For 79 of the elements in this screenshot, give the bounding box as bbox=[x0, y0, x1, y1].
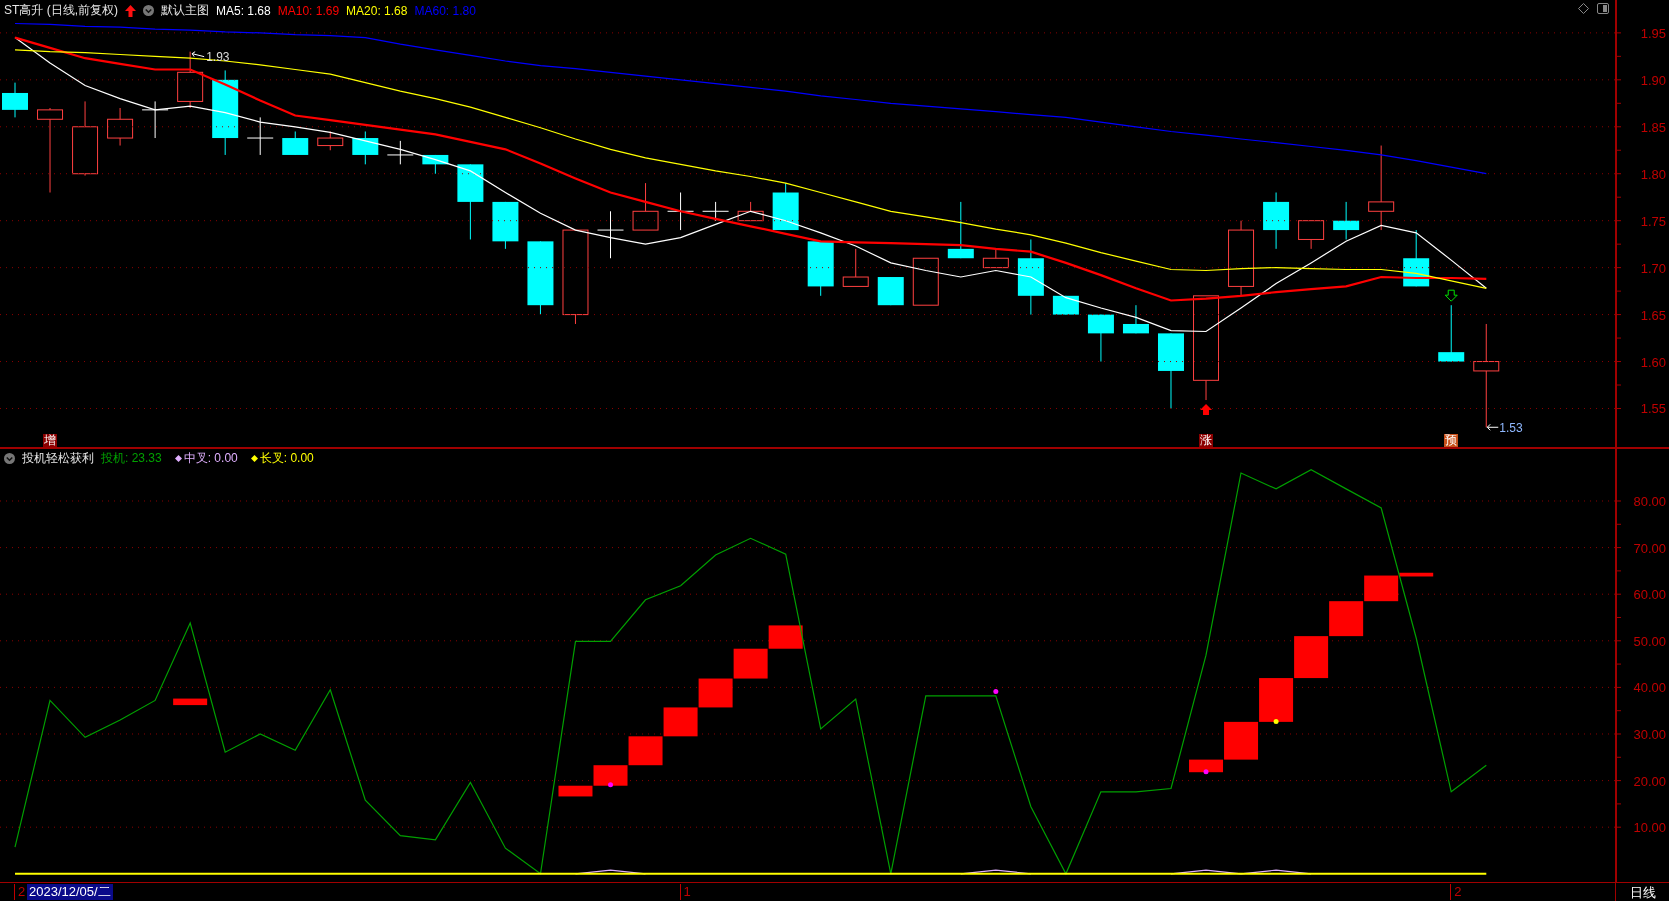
axis-label: 60.00 bbox=[1633, 587, 1666, 603]
signal-tag: 增 bbox=[43, 434, 57, 447]
legend-value: MA5: 1.68 bbox=[216, 3, 271, 18]
arrow-up-icon bbox=[1200, 404, 1212, 416]
arrow-down-icon bbox=[1444, 289, 1458, 302]
legend-value: 中叉: 0.00 bbox=[183, 450, 238, 467]
legend-value: MA60: 1.80 bbox=[414, 3, 476, 18]
indicator-title: 投机轻松获利 bbox=[22, 450, 94, 467]
axis-label: 1.55 bbox=[1640, 401, 1666, 417]
signal-tag: 涨 bbox=[1199, 434, 1213, 447]
cursor-date: 2023/12/05/二 bbox=[27, 884, 113, 900]
candlestick bbox=[737, 201, 764, 222]
candlestick bbox=[386, 140, 414, 165]
axis-label: 30.00 bbox=[1633, 727, 1666, 742]
axis-label: 1.60 bbox=[1640, 354, 1666, 370]
arrow-icon bbox=[1486, 423, 1499, 431]
axis-label: 2 bbox=[1450, 884, 1462, 900]
diamond-icon bbox=[174, 455, 182, 462]
dropdown-icon[interactable] bbox=[143, 5, 154, 16]
axis-label: 10.00 bbox=[1633, 820, 1666, 836]
axis-label: 1.95 bbox=[1640, 25, 1666, 41]
candlestick bbox=[632, 182, 659, 231]
candlestick bbox=[772, 182, 799, 231]
arrow-icon bbox=[191, 51, 205, 58]
panel-toggle-icon[interactable] bbox=[1597, 3, 1609, 14]
candlestick bbox=[1122, 304, 1149, 334]
candlestick bbox=[492, 201, 519, 250]
candlestick bbox=[1333, 201, 1360, 240]
axis-label: 1.65 bbox=[1640, 307, 1666, 323]
candlestick bbox=[1263, 192, 1290, 250]
candlestick bbox=[1438, 304, 1465, 363]
axis-label: 50.00 bbox=[1633, 633, 1666, 649]
candlestick bbox=[912, 257, 939, 306]
axis-label: 2 bbox=[14, 884, 26, 900]
candlestick bbox=[282, 130, 309, 156]
candlestick bbox=[1087, 314, 1114, 363]
candlestick bbox=[807, 240, 834, 297]
candlestick bbox=[1403, 229, 1430, 287]
axis-label: 1.75 bbox=[1640, 213, 1666, 229]
candlestick bbox=[667, 192, 695, 231]
axis-label: 1.80 bbox=[1640, 166, 1666, 182]
axis-label: 70.00 bbox=[1633, 540, 1666, 556]
candlestick bbox=[246, 116, 274, 156]
candlestick bbox=[842, 248, 869, 287]
candlestick bbox=[1298, 220, 1325, 250]
candlestick bbox=[177, 51, 204, 109]
candlestick bbox=[947, 201, 974, 259]
signal-tag: 预 bbox=[1444, 434, 1459, 447]
axis-label: 40.00 bbox=[1633, 680, 1666, 696]
axis-label: 1.70 bbox=[1640, 260, 1666, 276]
axis-label: 1 bbox=[679, 884, 691, 900]
arrow-up-icon bbox=[125, 4, 136, 17]
candlestick bbox=[107, 107, 134, 147]
diamond-icon bbox=[250, 455, 258, 462]
axis-label: 1.85 bbox=[1640, 119, 1666, 135]
axis-label: 20.00 bbox=[1633, 773, 1666, 789]
candlestick bbox=[877, 276, 904, 306]
legend-value: MA20: 1.68 bbox=[346, 3, 408, 18]
axis-label: 80.00 bbox=[1633, 494, 1666, 509]
candlestick bbox=[702, 201, 730, 222]
candlestick bbox=[422, 154, 449, 175]
candlestick bbox=[141, 100, 169, 139]
chart-title: ST高升 (日线,前复权) bbox=[4, 2, 118, 19]
price-label: 1.53 bbox=[1499, 421, 1523, 436]
legend-value: 投机: 23.33 bbox=[101, 450, 162, 467]
diamond-icon[interactable] bbox=[1578, 3, 1589, 14]
candlestick bbox=[982, 248, 1009, 269]
candlestick bbox=[352, 130, 379, 165]
candlestick bbox=[317, 130, 344, 151]
template-name[interactable]: 默认主图 bbox=[161, 2, 209, 19]
legend-value: MA10: 1.69 bbox=[277, 3, 340, 18]
candlestick bbox=[597, 210, 624, 259]
axis-label: 1.90 bbox=[1640, 72, 1666, 88]
price-label: 1.93 bbox=[206, 49, 230, 64]
candlestick bbox=[1052, 295, 1079, 316]
legend-value: 长叉: 0.00 bbox=[259, 450, 314, 467]
period-label[interactable]: 日线 bbox=[1615, 883, 1669, 901]
candlestick bbox=[2, 82, 28, 118]
dropdown-icon[interactable] bbox=[4, 453, 15, 464]
